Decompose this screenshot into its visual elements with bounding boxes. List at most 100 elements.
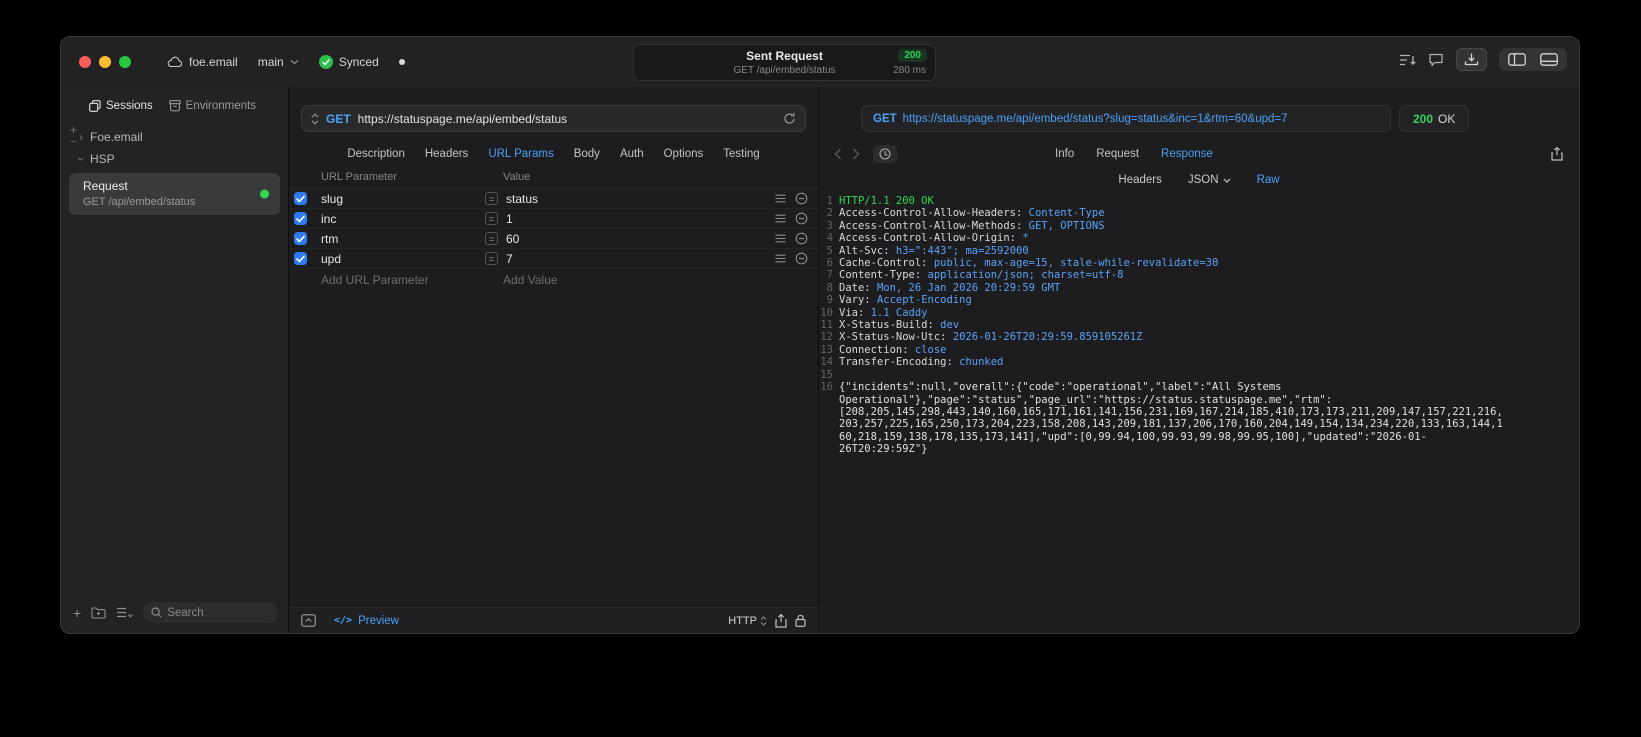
sent-request-capsule[interactable]: Sent Request GET /api/embed/status 200 2…	[633, 44, 936, 81]
project-name[interactable]: foe.email	[189, 55, 238, 69]
line-number: 16	[820, 381, 833, 394]
add-param-row[interactable]: Add URL Parameter Add Value	[289, 269, 818, 290]
sort-lines-icon[interactable]	[1399, 53, 1416, 67]
protocol-selector[interactable]: HTTP	[728, 615, 767, 627]
param-checkbox[interactable]	[294, 252, 307, 265]
add-session-button[interactable]: +	[70, 124, 77, 136]
subtab-raw[interactable]: Raw	[1257, 174, 1280, 186]
line-number: 2	[826, 207, 833, 220]
remove-row-icon[interactable]	[795, 192, 808, 205]
tab-request[interactable]: Request	[1096, 148, 1139, 160]
comment-icon[interactable]	[1428, 53, 1444, 67]
tab-description[interactable]: Description	[347, 148, 405, 160]
minimize-button[interactable]	[99, 56, 111, 68]
params-table-header: URL Parameter Value	[289, 171, 818, 189]
row-actions	[775, 252, 808, 265]
line-number: 12	[820, 331, 833, 344]
layout-toggle-group	[1499, 48, 1567, 71]
collapse-handle[interactable]: –	[71, 137, 77, 147]
new-folder-icon[interactable]	[91, 606, 106, 619]
reorder-icon[interactable]	[775, 194, 786, 203]
chevron-down-icon[interactable]: ›	[74, 157, 88, 161]
add-request-button[interactable]: +	[73, 605, 81, 621]
request-url-bar[interactable]: GET https://statuspage.me/api/embed/stat…	[301, 105, 806, 132]
request-method[interactable]: GET	[326, 112, 351, 126]
code-line: 8 Date: Mon, 26 Jan 2026 20:29:59 GMT	[819, 282, 1579, 294]
capsule-subtitle: GET /api/embed/status	[733, 65, 836, 76]
chevron-right-icon[interactable]: ›	[79, 131, 83, 143]
tab-label: Headers	[1118, 174, 1162, 186]
add-param-value[interactable]: Add Value	[479, 273, 818, 287]
param-name[interactable]: inc	[307, 212, 479, 226]
share-icon[interactable]	[775, 613, 787, 628]
sent-request-url-box[interactable]: GET https://statuspage.me/api/embed/stat…	[861, 105, 1391, 132]
tree-item-hsp[interactable]: › HSP	[69, 148, 280, 170]
tab-info[interactable]: Info	[1055, 148, 1074, 160]
import-tray-icon[interactable]	[1456, 48, 1487, 71]
remove-row-icon[interactable]	[795, 252, 808, 265]
branch-chevron-icon[interactable]	[290, 59, 299, 65]
tab-label: Description	[347, 148, 405, 160]
add-param-name[interactable]: Add URL Parameter	[289, 273, 479, 287]
param-row: rtm = 60	[289, 229, 818, 249]
request-list-item-selected[interactable]: Request GET /api/embed/status	[69, 173, 280, 215]
row-actions	[775, 212, 808, 225]
sidebar-search[interactable]	[143, 602, 278, 623]
zoom-button[interactable]	[119, 56, 131, 68]
history-forward-icon[interactable]	[847, 148, 865, 160]
tab-auth[interactable]: Auth	[620, 148, 644, 160]
tab-sessions[interactable]: Sessions	[89, 100, 153, 112]
search-input[interactable]	[167, 606, 270, 619]
subtab-headers[interactable]: Headers	[1118, 174, 1161, 186]
tab-response[interactable]: Response	[1161, 148, 1213, 160]
tab-url-params[interactable]: URL Params	[488, 148, 553, 160]
close-button[interactable]	[79, 56, 91, 68]
sync-status-label[interactable]: Synced	[339, 55, 379, 69]
param-checkbox[interactable]	[294, 192, 307, 205]
tab-headers[interactable]: Headers	[425, 148, 468, 160]
preview-button[interactable]: </> Preview	[334, 615, 399, 627]
tab-environments[interactable]: Environments	[168, 100, 256, 112]
reorder-icon[interactable]	[775, 214, 786, 223]
sort-options-icon[interactable]	[116, 607, 134, 618]
param-checkbox[interactable]	[294, 212, 307, 225]
param-value[interactable]: 7	[506, 252, 513, 266]
param-value-cell[interactable]: = 1	[479, 212, 775, 226]
param-name[interactable]: upd	[307, 252, 479, 266]
history-clock-icon[interactable]	[873, 145, 897, 163]
toggle-bottom-panel-icon[interactable]	[301, 614, 316, 627]
reorder-icon[interactable]	[775, 254, 786, 263]
tab-options[interactable]: Options	[664, 148, 704, 160]
tree-item-foe-email[interactable]: › Foe.email	[69, 126, 280, 148]
method-selector-icon[interactable]	[311, 112, 319, 125]
export-response-icon[interactable]	[1551, 147, 1563, 161]
refresh-icon[interactable]	[783, 112, 796, 125]
app-window: foe.email main Synced Sent Request GET /…	[60, 36, 1580, 634]
reorder-icon[interactable]	[775, 234, 786, 243]
tab-body[interactable]: Body	[574, 148, 600, 160]
param-value-cell[interactable]: = 60	[479, 232, 775, 246]
param-value[interactable]: status	[506, 192, 538, 206]
code-line: 9 Vary: Accept-Encoding	[819, 294, 1579, 306]
line-number: 1	[826, 195, 833, 207]
tab-testing[interactable]: Testing	[723, 148, 759, 160]
param-value[interactable]: 1	[506, 212, 513, 226]
tab-label: JSON	[1187, 174, 1219, 186]
param-checkbox[interactable]	[294, 232, 307, 245]
remove-row-icon[interactable]	[795, 212, 808, 225]
remove-row-icon[interactable]	[795, 232, 808, 245]
response-code[interactable]: 1 HTTP/1.1 200 OK 2 Access-Control-Allow-He…	[819, 195, 1579, 633]
param-name[interactable]: rtm	[307, 232, 479, 246]
lock-icon[interactable]	[795, 614, 806, 627]
updown-chevrons-icon	[760, 615, 767, 626]
request-url[interactable]: https://statuspage.me/api/embed/status	[358, 112, 776, 126]
param-value[interactable]: 60	[506, 232, 519, 246]
branch-name[interactable]: main	[258, 55, 284, 69]
param-value-cell[interactable]: = status	[479, 192, 775, 206]
bottom-panel-toggle-icon[interactable]	[1540, 53, 1558, 66]
history-back-icon[interactable]	[829, 148, 847, 160]
param-name[interactable]: slug	[307, 192, 479, 206]
sidebar-toggle-icon[interactable]	[1508, 53, 1526, 66]
subtab-json[interactable]: JSON	[1188, 174, 1231, 186]
param-value-cell[interactable]: = 7	[479, 252, 775, 266]
